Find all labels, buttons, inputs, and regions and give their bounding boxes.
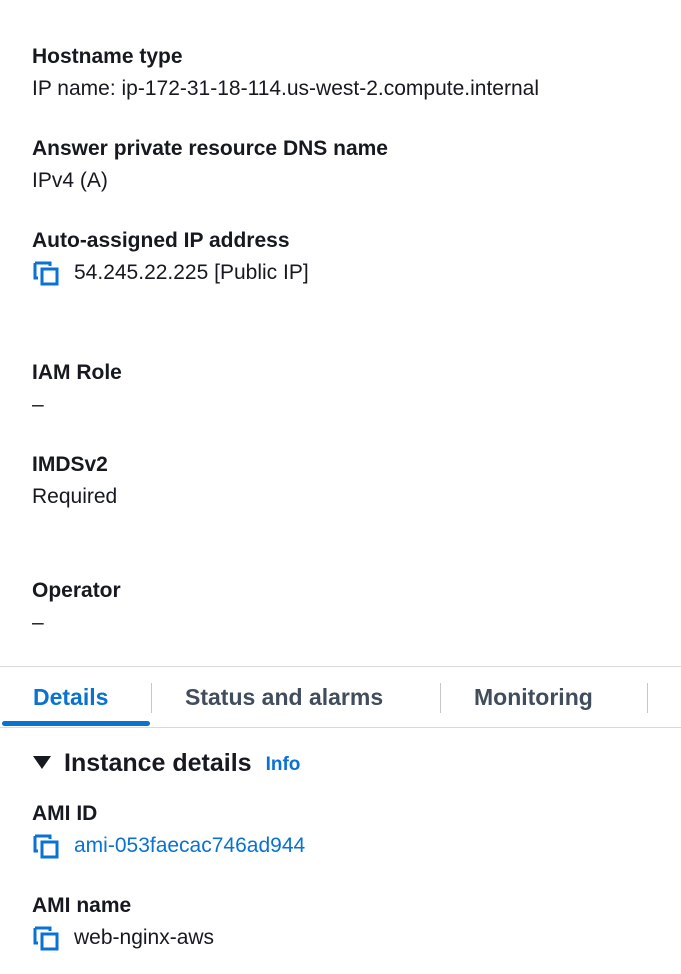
copy-icon[interactable]: [32, 260, 62, 286]
imdsv2-value: Required: [32, 485, 118, 508]
imdsv2-label: IMDSv2: [32, 453, 108, 476]
tab-bar: Details Status and alarms Monitoring: [0, 666, 681, 728]
operator-value: –: [32, 611, 44, 634]
tab-divider: [151, 683, 152, 713]
operator-label: Operator: [32, 579, 121, 602]
ami-name-field: AMI name web-nginx-aws: [32, 893, 214, 951]
iam-role-label: IAM Role: [32, 361, 122, 384]
caret-down-icon[interactable]: [32, 753, 52, 773]
copy-icon[interactable]: [32, 833, 62, 859]
ami-name-label: AMI name: [32, 894, 132, 917]
auto-assigned-ip-value: 54.245.22.225 [Public IP]: [74, 261, 309, 284]
hostname-type-label: Hostname type: [32, 45, 183, 68]
iam-role-field: IAM Role –: [32, 360, 122, 418]
answer-dns-label: Answer private resource DNS name: [32, 137, 388, 160]
instance-details-header: Instance details Info: [32, 748, 300, 778]
hostname-type-value: IP name: ip-172-31-18-114.us-west-2.comp…: [32, 77, 539, 100]
active-tab-indicator: [2, 721, 150, 726]
ami-id-field: AMI ID ami-053faecac746ad944: [32, 801, 305, 859]
instance-details-panel: Hostname type IP name: ip-172-31-18-114.…: [0, 0, 681, 974]
auto-assigned-ip-label: Auto-assigned IP address: [32, 229, 290, 252]
hostname-type-field: Hostname type IP name: ip-172-31-18-114.…: [32, 44, 539, 102]
ami-name-value: web-nginx-aws: [74, 926, 215, 949]
tab-status-and-alarms[interactable]: Status and alarms: [185, 667, 383, 727]
tab-divider: [647, 683, 648, 713]
copy-icon[interactable]: [32, 925, 62, 951]
operator-field: Operator –: [32, 578, 121, 636]
tab-divider: [440, 683, 441, 713]
auto-assigned-ip-field: Auto-assigned IP address 54.245.22.225 […: [32, 228, 309, 286]
tab-details[interactable]: Details: [33, 667, 108, 727]
section-title: Instance details: [64, 748, 252, 777]
imdsv2-field: IMDSv2 Required: [32, 452, 117, 510]
tab-monitoring[interactable]: Monitoring: [474, 667, 593, 727]
answer-dns-field: Answer private resource DNS name IPv4 (A…: [32, 136, 388, 194]
ami-id-label: AMI ID: [32, 802, 98, 825]
ami-id-link[interactable]: ami-053faecac746ad944: [74, 833, 305, 859]
answer-dns-value: IPv4 (A): [32, 169, 108, 192]
info-link[interactable]: Info: [266, 754, 301, 776]
iam-role-value: –: [32, 393, 44, 416]
